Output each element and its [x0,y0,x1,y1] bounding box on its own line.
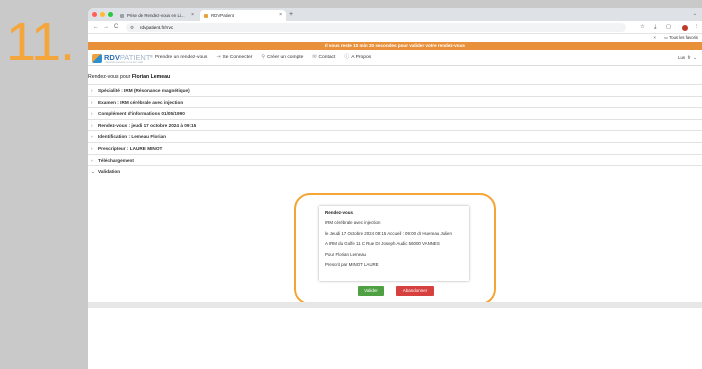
logo-mark-icon [92,53,102,63]
tab-rdvpatient[interactable]: RDVPatient × [200,10,286,21]
nav-label: Créer un compte [266,55,304,60]
bookmark-star-icon[interactable]: ☆ [640,21,645,34]
tab-label: Prise de Rendez-vous en Li... [127,13,185,18]
all-bookmarks-link[interactable]: ▭ Tous les favoris [664,34,698,42]
nav-creer-compte[interactable]: ⚲ Créer un compte [261,50,303,66]
nav-prendre-rdv[interactable]: ≡ Prendre un rendez-vous [150,50,207,66]
accordion-label: Identification : Lemeau Florian [98,134,166,140]
tab-close-icon[interactable]: × [191,10,194,21]
nav-a-propos[interactable]: ⓘ A Propos [344,50,371,66]
page-title-name: Florian Lemeau [131,74,171,80]
accordion-rendez-vous[interactable]: › Rendez-vous : jeudi 17 octobre 2024 à 0… [88,118,702,131]
nav-label: Prendre un rendez-vous [154,55,208,60]
browser-toolbar: ← → C ⚙ rdvpatient.fr/rrvc ☆ ⤓ ▢ ⋮ [88,21,702,34]
info-icon: ⓘ [344,55,350,60]
download-icon[interactable]: ⤓ [654,21,656,34]
side-panel-icon[interactable]: ▢ [666,21,671,34]
list-icon: ≡ [150,55,153,60]
lang-right: fr [687,55,691,60]
chevron-right-icon: › [91,157,93,163]
site-info-icon[interactable]: ⚙ [130,23,134,32]
bookmarks-bar: × ▭ Tous les favoris [88,34,702,42]
chevron-right-icon: › [91,88,93,93]
booking-accordion: › Spécialité : IRM (Résonance magnétique)… [88,84,702,177]
tab-label: RDVPatient [211,13,234,18]
highlight-outline [294,193,496,305]
app-navbar: RDVPATIENT PRENDRE RENDEZ-VOUS EN LIGNE … [88,50,702,66]
mail-icon: ✉ [312,55,317,60]
language-selector[interactable]: Lus fr ⌄ [678,55,697,61]
bookmarks-close-icon[interactable]: × [653,34,656,42]
chevron-right-icon: › [91,134,93,140]
accordion-identification[interactable]: › Identification : Lemeau Florian [88,130,702,142]
accordion-specialite[interactable]: › Spécialité : IRM (Résonance magnétique) [88,84,702,96]
login-icon: ⇥ [216,55,221,60]
chevron-down-icon: ⌄ [693,55,697,60]
step-number: 11. [6,12,75,72]
nav-contact[interactable]: ✉ Contact [312,50,335,66]
close-window-dot[interactable] [92,12,97,17]
nav-se-connecter[interactable]: ⇥ Se Connecter [216,50,252,66]
tab-strip: Prise de Rendez-vous en Li... × RDVPatie… [88,8,702,21]
forward-icon[interactable]: → [103,21,109,34]
accordion-label: Complément d'informations 01/05/1990 [98,111,185,117]
menu-kebab-icon[interactable]: ⋮ [694,21,700,34]
page-footer-bar [88,302,702,308]
window-controls [92,12,113,17]
main-nav: ≡ Prendre un rendez-vous ⇥ Se Connecter ⚲ C… [150,50,371,66]
accordion-telechargement[interactable]: › Téléchargement [88,153,702,166]
nav-label: Contact [318,55,336,60]
address-bar[interactable]: ⚙ rdvpatient.fr/rrvc [126,23,626,32]
chevron-down-icon: ⌄ [91,169,95,175]
accordion-label: Spécialité : IRM (Résonance magnétique) [98,88,190,93]
maximize-window-dot[interactable] [108,12,113,17]
page-title-prefix: Rendez-vous pour [88,74,131,80]
tab-prise-rdv[interactable]: Prise de Rendez-vous en Li... × [116,10,198,21]
timer-banner: Il vous reste 10 min 20 secondes pour va… [88,42,702,50]
tab-favicon-icon [204,13,208,18]
all-bookmarks-label: Tous les favoris [669,35,698,40]
reload-icon[interactable]: C [114,21,118,34]
accordion-label: Rendez-vous : jeudi 17 octobre 2024 à 09… [98,122,197,128]
chevron-right-icon: › [91,111,93,117]
minimize-window-dot[interactable] [100,12,105,17]
rdvpatient-logo[interactable]: RDVPATIENT PRENDRE RENDEZ-VOUS EN LIGNE [92,53,150,64]
chevron-right-icon: › [91,122,93,128]
accordion-examen[interactable]: › Examen : IRM cérébrale avec injection [88,95,702,108]
accordion-prescripteur[interactable]: › Prescripteur : LAURE MINOT [88,141,702,154]
tab-favicon-icon [120,13,124,18]
accordion-label: Validation [98,169,121,175]
accordion-complement[interactable]: › Complément d'informations 01/05/1990 [88,107,702,119]
back-icon[interactable]: ← [93,21,99,34]
chevron-right-icon: › [91,145,93,151]
profile-avatar[interactable] [682,24,688,31]
accordion-validation[interactable]: ⌄ Validation [88,165,702,177]
nav-label: A Propos [351,55,372,60]
accordion-label: Examen : IRM cérébrale avec injection [98,99,184,105]
lang-left: Lus [678,55,685,60]
accordion-label: Prescripteur : LAURE MINOT [98,145,163,151]
browser-window: Prise de Rendez-vous en Li... × RDVPatie… [88,8,702,369]
chevron-right-icon: › [91,99,93,105]
new-tab-icon[interactable]: + [289,9,293,20]
tab-close-icon[interactable]: × [279,10,282,21]
tab-search-icon[interactable]: ⌄ [693,9,697,20]
url-text[interactable]: rdvpatient.fr/rrvc [140,23,173,32]
page-title: Rendez-vous pour Florian Lemeau [88,74,170,80]
nav-label: Se Connecter [222,55,253,60]
user-icon: ⚲ [261,55,265,60]
logo-subtitle: PRENDRE RENDEZ-VOUS EN LIGNE [105,61,144,64]
accordion-label: Téléchargement [98,157,134,163]
